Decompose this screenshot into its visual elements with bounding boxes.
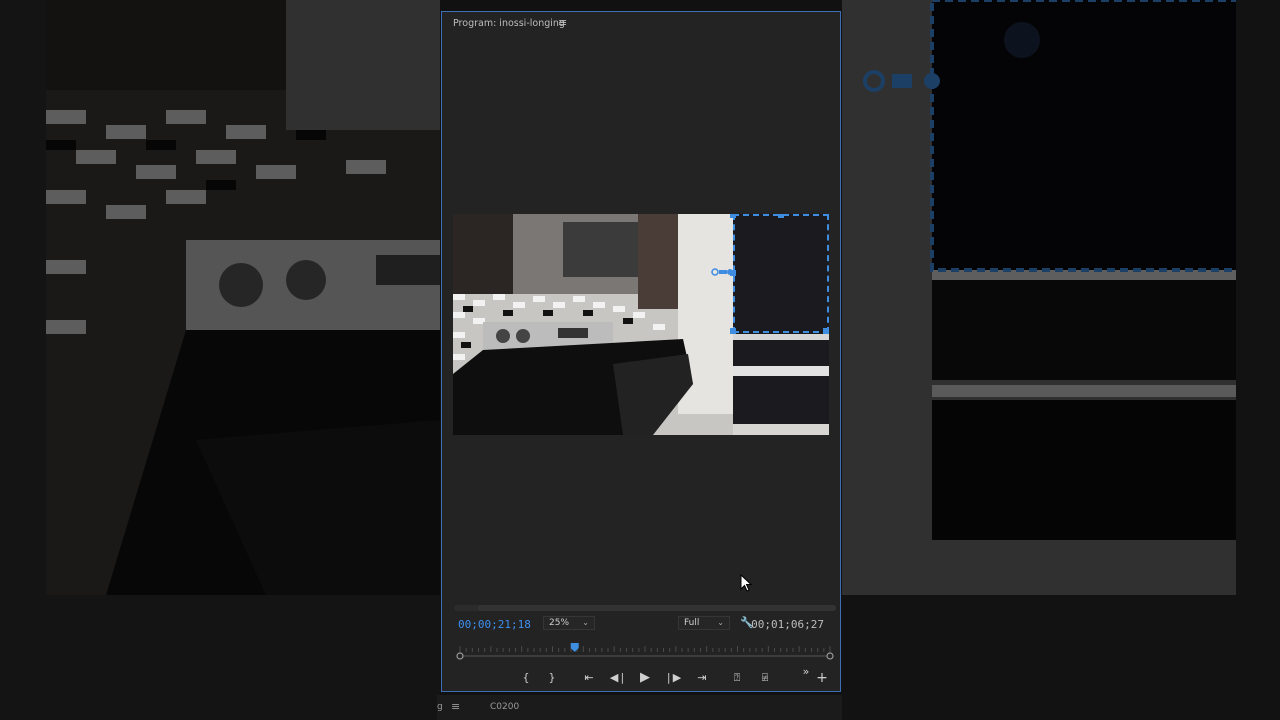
background-window-image — [842, 0, 1236, 595]
horizontal-scrollbar[interactable] — [454, 605, 836, 611]
out-point-marker — [826, 652, 834, 660]
hamburger-icon[interactable]: ≡ — [558, 16, 567, 29]
mouse-cursor-icon — [740, 574, 752, 592]
time-ruler[interactable] — [456, 643, 834, 663]
zoom-value: 25% — [549, 618, 570, 628]
transform-handle-tl[interactable] — [730, 214, 736, 218]
in-point-marker — [456, 652, 464, 660]
mark-in-icon[interactable]: { — [517, 667, 535, 689]
extract-icon[interactable]: ⍯ — [756, 667, 774, 689]
scrollbar-thumb[interactable] — [478, 605, 836, 611]
step-forward-icon[interactable]: | ▶ — [665, 667, 683, 689]
plus-icon[interactable]: + — [813, 667, 831, 689]
play-icon[interactable]: ▶ — [636, 667, 654, 689]
bottom-panel-tabs: g ≡ C0200 — [437, 695, 842, 720]
resolution-select[interactable]: Full ⌄ — [678, 616, 730, 630]
resolution-value: Full — [684, 618, 700, 628]
transform-handle-tc[interactable] — [778, 214, 784, 218]
transform-selection-box[interactable] — [733, 214, 829, 333]
background-right — [842, 0, 1280, 720]
program-monitor-panel: Program: inossi-longing ≡ 00;00;21;18 25… — [441, 11, 841, 692]
transport-controls: { } ⇤ ◀ | ▶ | ▶ ⇥ ⍰ ⍯ » + — [442, 665, 840, 689]
lift-icon[interactable]: ⍰ — [728, 667, 746, 689]
go-to-out-icon[interactable]: ⇥ — [693, 667, 711, 689]
hamburger-icon[interactable]: ≡ — [451, 700, 460, 713]
chevron-down-icon: ⌄ — [582, 618, 589, 627]
background-left — [0, 0, 440, 720]
step-back-icon[interactable]: ◀ | — [608, 667, 626, 689]
background-kitchen-image — [46, 0, 440, 595]
current-timecode[interactable]: 00;00;21;18 — [458, 618, 531, 631]
clip-name[interactable]: C0200 — [490, 702, 519, 712]
mark-out-icon[interactable]: } — [543, 667, 561, 689]
timeline-tab-label[interactable]: g — [437, 702, 443, 712]
program-preview-frame[interactable] — [453, 214, 829, 435]
transform-handle-br[interactable] — [823, 328, 829, 334]
duration-timecode: 00;01;06;27 — [751, 618, 824, 631]
panel-title[interactable]: Program: inossi-longing — [453, 18, 565, 29]
zoom-select[interactable]: 25% ⌄ — [543, 616, 595, 630]
go-to-in-icon[interactable]: ⇤ — [580, 667, 598, 689]
panel-header: Program: inossi-longing ≡ — [442, 12, 840, 36]
transform-handle-bl[interactable] — [730, 328, 736, 334]
chevron-down-icon: ⌄ — [717, 618, 724, 627]
anchor-point-icon[interactable] — [711, 267, 735, 277]
